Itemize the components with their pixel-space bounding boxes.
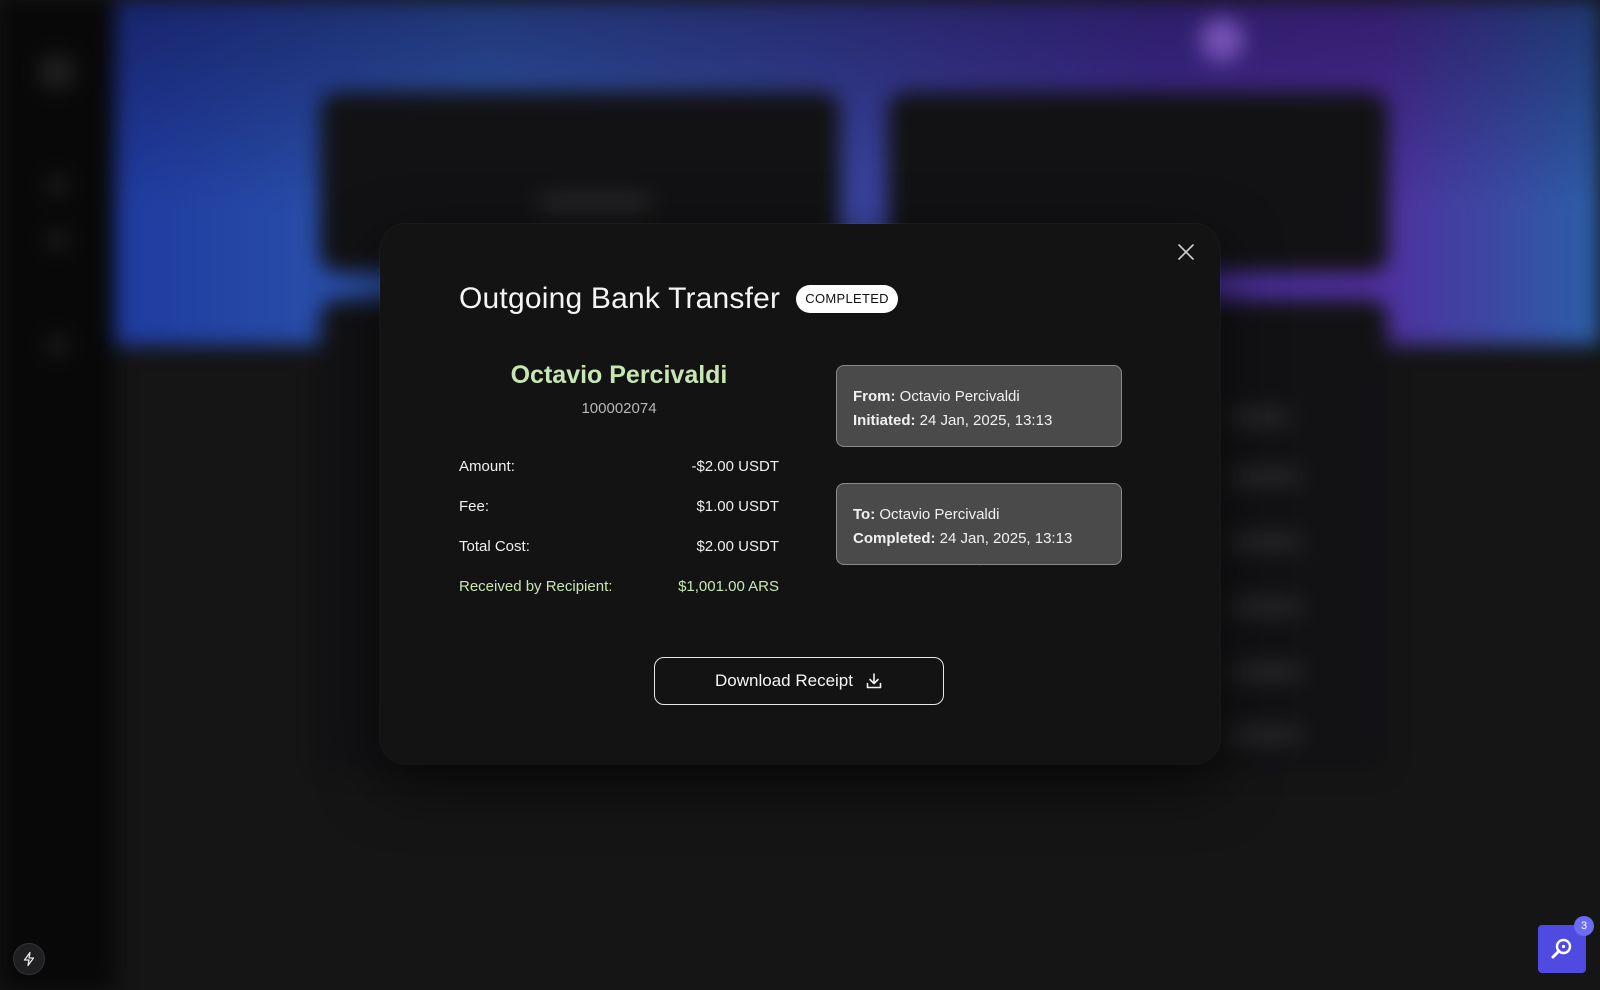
detail-label: Fee: — [459, 498, 490, 515]
to-card: To: Octavio Percivaldi Completed: 24 Jan… — [836, 483, 1122, 565]
detail-label: Amount: — [459, 458, 515, 475]
detail-row-amount: Amount: -$2.00 USDT — [459, 458, 779, 498]
detail-row-received: Received by Recipient: $1,001.00 ARS — [459, 578, 779, 618]
download-receipt-button[interactable]: Download Receipt — [654, 657, 944, 705]
to-value: Octavio Percivaldi — [879, 506, 1000, 523]
transfer-details-modal: Outgoing Bank Transfer COMPLETED Octavio… — [380, 224, 1220, 764]
recipient-account-number: 100002074 — [581, 400, 657, 417]
detail-row-fee: Fee: $1.00 USDT — [459, 498, 779, 538]
detail-value: $2.00 USDT — [696, 538, 779, 555]
detail-value: $1,001.00 ARS — [678, 578, 779, 595]
initiated-label: Initiated: — [853, 412, 916, 429]
transfer-details-list: Amount: -$2.00 USDT Fee: $1.00 USDT Tota… — [459, 458, 779, 618]
detail-label: Received by Recipient: — [459, 578, 613, 595]
download-receipt-label: Download Receipt — [715, 671, 853, 690]
close-icon — [1178, 244, 1194, 260]
detail-value: $1.00 USDT — [696, 498, 779, 515]
quick-action-button[interactable] — [13, 943, 45, 975]
initiated-value: 24 Jan, 2025, 13:13 — [919, 412, 1053, 429]
help-search-icon — [1551, 938, 1572, 959]
detail-value: -$2.00 USDT — [691, 458, 779, 475]
from-value: Octavio Percivaldi — [899, 388, 1020, 405]
completed-value: 24 Jan, 2025, 13:13 — [939, 530, 1073, 547]
close-button[interactable] — [1172, 238, 1200, 266]
from-card: From: Octavio Percivaldi Initiated: 24 J… — [836, 365, 1122, 447]
download-icon — [866, 673, 882, 689]
recipient-name: Octavio Percivaldi — [510, 361, 728, 389]
status-badge: COMPLETED — [796, 285, 898, 313]
from-label: From: — [853, 388, 896, 405]
to-label: To: — [853, 506, 876, 523]
recipient-block: Octavio Percivaldi 100002074 — [459, 361, 779, 417]
detail-row-total-cost: Total Cost: $2.00 USDT — [459, 538, 779, 578]
bolt-icon — [23, 951, 35, 967]
completed-label: Completed: — [853, 530, 936, 547]
help-notification-badge: 3 — [1574, 916, 1594, 936]
modal-header: Outgoing Bank Transfer COMPLETED — [459, 282, 898, 316]
modal-title: Outgoing Bank Transfer — [459, 282, 781, 315]
detail-label: Total Cost: — [459, 538, 530, 555]
